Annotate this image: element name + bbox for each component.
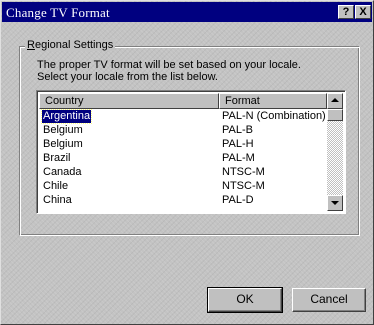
list-row-argentina[interactable]: Argentina PAL-N (Combination) [39,109,327,124]
list-row-chile[interactable]: Chile NTSC-M [39,180,327,194]
row-format: PAL-M [222,152,255,164]
row-format: PAL-B [222,124,253,136]
row-country: Brazil [43,152,71,164]
list-row-belgium-b[interactable]: Belgium PAL-B [39,124,327,138]
scroll-up-button[interactable] [327,93,343,109]
list-row-brazil[interactable]: Brazil PAL-M [39,152,327,166]
group-label-rest: egional Settings [34,39,114,51]
list-rows: Argentina PAL-N (Combination) Belgium PA… [39,109,327,208]
scroll-thumb[interactable] [327,109,343,121]
column-header-country[interactable]: Country [39,93,219,109]
list-row-canada[interactable]: Canada NTSC-M [39,166,327,180]
vertical-scrollbar[interactable] [327,93,343,211]
row-country: Argentina [40,109,93,124]
arrow-down-icon [331,201,339,205]
locale-list[interactable]: Country Format Argentina PAL-N (Combinat… [36,90,346,214]
row-format: NTSC-M [222,166,265,178]
row-country: China [43,194,72,206]
description-text: The proper TV format will be set based o… [37,59,337,83]
row-format: PAL-H [222,138,254,150]
arrow-up-icon [331,98,339,102]
row-format: PAL-N (Combination) [222,110,326,122]
row-country: Belgium [43,124,83,136]
list-header: Country Format [39,93,327,109]
title-bar[interactable]: Change TV Format ? X [2,2,372,22]
help-button[interactable]: ? [338,5,354,19]
description-line-2: Select your locale from the list below. [37,71,218,83]
description-line-1: The proper TV format will be set based o… [37,59,301,71]
regional-settings-label: Regional Settings [25,39,116,51]
window-title: Change TV Format [6,5,110,20]
row-country: Chile [43,180,69,192]
row-format: NTSC-M [222,180,265,192]
cancel-button[interactable]: Cancel [292,288,366,312]
row-country: Canada [43,166,82,178]
close-button[interactable]: X [355,5,371,19]
column-header-format[interactable]: Format [219,93,327,109]
change-tv-format-dialog: Change TV Format ? X Regional Settings T… [0,0,374,325]
list-row-china[interactable]: China PAL-D [39,194,327,208]
row-format: PAL-D [222,194,254,206]
ok-button[interactable]: OK [207,287,283,313]
list-row-belgium-h[interactable]: Belgium PAL-H [39,138,327,152]
mnemonic-r: R [27,39,35,51]
row-country: Belgium [43,138,83,150]
scroll-down-button[interactable] [327,195,343,211]
